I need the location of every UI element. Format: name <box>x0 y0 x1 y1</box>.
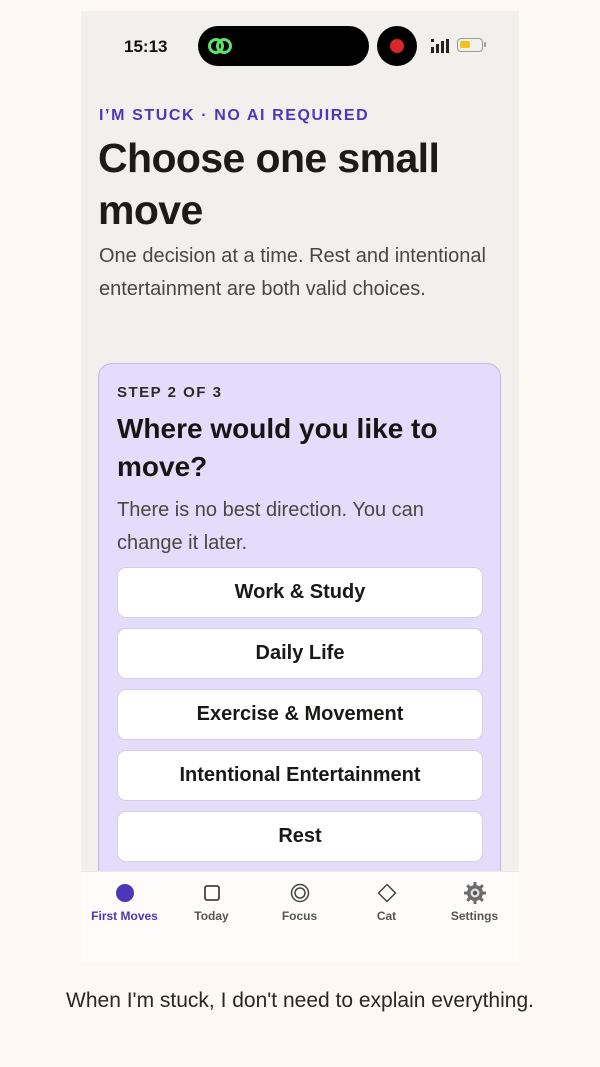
target-icon <box>290 883 309 903</box>
signal-icon <box>431 39 449 53</box>
tab-settings[interactable]: Settings <box>431 872 518 961</box>
tab-cat[interactable]: Cat <box>343 872 430 961</box>
step-hint: There is no best direction. You can chan… <box>117 499 424 554</box>
battery-icon <box>457 38 486 52</box>
tab-focus[interactable]: Focus <box>256 872 343 961</box>
option-daily-life-button[interactable]: Daily Life <box>117 628 483 679</box>
tab-label: First Moves <box>91 909 158 923</box>
gear-icon <box>463 882 486 904</box>
step-card: STEP 2 OF 3 Where would you like to move… <box>98 363 501 923</box>
tab-today[interactable]: Today <box>168 872 255 961</box>
square-icon <box>203 885 220 901</box>
caption-text: When I'm stuck, I don't need to explain … <box>66 989 534 1012</box>
battery-level <box>460 41 470 48</box>
diamond-icon <box>376 883 397 903</box>
recording-indicator-icon <box>377 26 417 66</box>
step-question: Where would you like to move? <box>117 413 438 482</box>
option-exercise-movement-button[interactable]: Exercise & Movement <box>117 689 483 740</box>
filled-circle-icon <box>115 884 134 902</box>
option-intentional-entertainment-button[interactable]: Intentional Entertainment <box>117 750 483 801</box>
dynamic-island[interactable] <box>198 26 369 66</box>
tab-label: Settings <box>450 909 499 923</box>
link-rings-icon <box>208 38 232 54</box>
option-work-study-button[interactable]: Work & Study <box>117 567 483 618</box>
status-time: 15:13 <box>124 37 168 56</box>
tab-first-moves[interactable]: First Moves <box>81 872 168 961</box>
phone-screen: 15:13 I’M STUCK · NO AI REQUIRED Choose … <box>81 11 519 961</box>
option-rest-button[interactable]: Rest <box>117 811 483 862</box>
option-list: Work & Study Daily Life Exercise & Movem… <box>117 567 483 872</box>
eyebrow-label: I’M STUCK · NO AI REQUIRED <box>99 107 370 124</box>
tab-label: Cat <box>376 909 397 923</box>
tab-bar: First Moves Today Focus Cat Settings <box>81 871 519 961</box>
page-title: Choose one small move <box>98 135 440 233</box>
step-indicator: STEP 2 OF 3 <box>117 384 223 401</box>
page-subtitle: One decision at a time. Rest and intenti… <box>99 245 486 300</box>
tab-label: Focus <box>281 909 318 923</box>
tab-label: Today <box>194 909 229 923</box>
